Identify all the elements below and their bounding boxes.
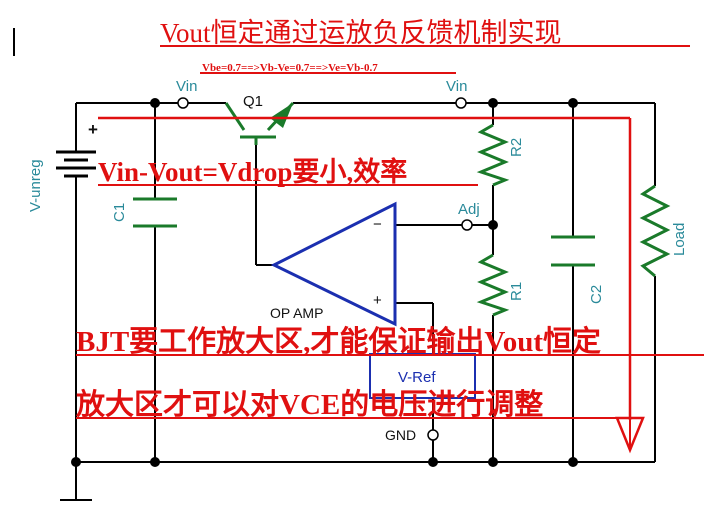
resistor-r1 xyxy=(476,253,510,317)
gnd-terminal xyxy=(427,429,439,441)
label-minus-input: − xyxy=(373,216,382,233)
label-plus: + xyxy=(88,120,98,139)
label-c2: C2 xyxy=(588,285,605,304)
battery-symbol xyxy=(56,150,96,178)
label-vin-right: Vin xyxy=(446,78,467,95)
label-vref: V-Ref xyxy=(398,369,436,386)
vin-left-terminal xyxy=(177,97,189,109)
capacitor-c2 xyxy=(551,235,595,267)
adj-terminal xyxy=(461,219,473,231)
annotation-vdrop: Vin-Vout=Vdrop要小,效率 xyxy=(98,156,407,187)
label-q1: Q1 xyxy=(243,93,263,110)
vin-right-terminal xyxy=(455,97,467,109)
label-vin-left: Vin xyxy=(176,78,197,95)
annotation-vbe-equation: Vbe=0.7==>Vb-Ve=0.7==>Ve=Vb-0.7 xyxy=(202,62,378,74)
label-r1: R1 xyxy=(508,282,525,301)
label-c1: C1 xyxy=(111,203,128,222)
annotation-bjt: BJT要工作放大区,才能保证输出Vout恒定 xyxy=(76,324,601,358)
label-vunreg: V-unreg xyxy=(27,159,44,212)
annotation-vce: 放大区才可以对VCE的电压进行调整 xyxy=(75,387,543,421)
label-op-amp: OP AMP xyxy=(270,305,323,321)
circuit-diagram: Vin Q1 Vin + Adj − + OP AMP V-Ref GND V-… xyxy=(0,0,721,527)
resistor-load xyxy=(639,184,671,278)
capacitor-c1 xyxy=(133,197,177,228)
label-gnd: GND xyxy=(385,427,416,443)
label-plus-input: + xyxy=(373,292,382,309)
annotation-title: Vout恒定通过运放负反馈机制实现 xyxy=(160,18,562,48)
label-adj: Adj xyxy=(458,201,480,218)
resistor-r2 xyxy=(476,123,510,187)
label-r2: R2 xyxy=(508,138,525,157)
label-load: Load xyxy=(671,223,688,256)
